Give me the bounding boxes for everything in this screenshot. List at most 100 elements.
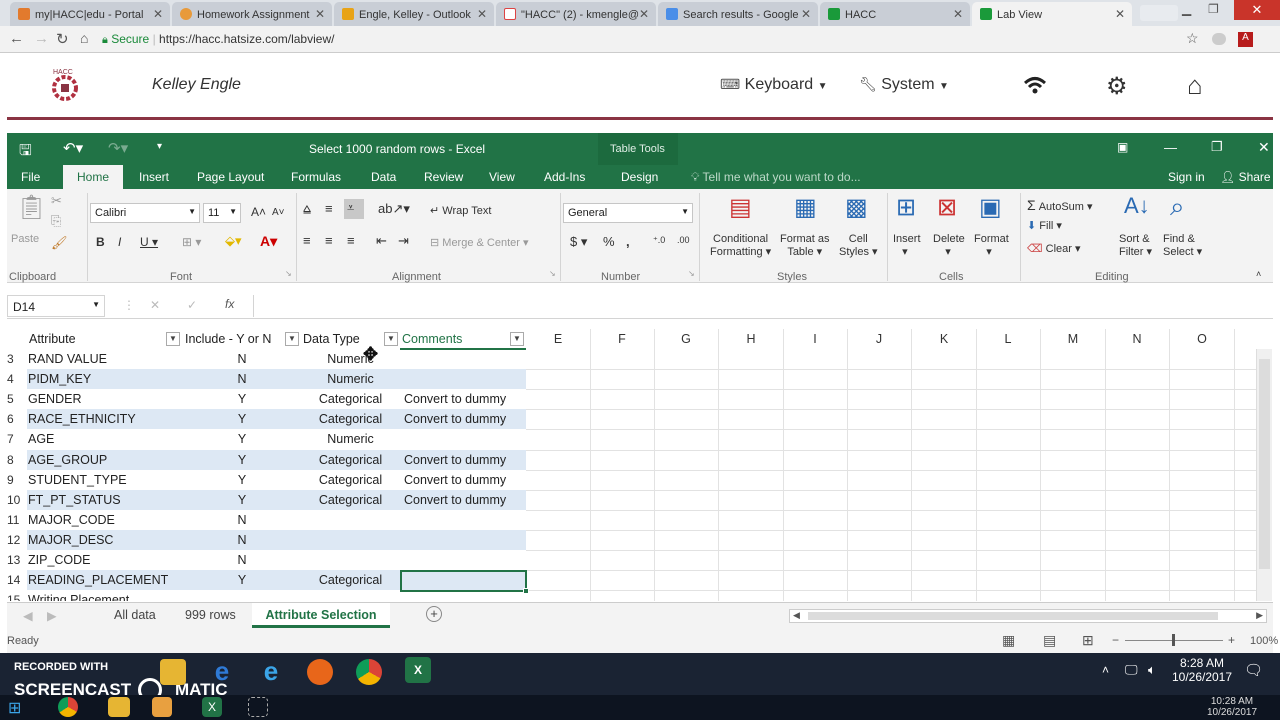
close-tab-icon[interactable]: ✕ — [153, 7, 163, 21]
decrease-indent-icon[interactable]: ⇤ — [376, 233, 387, 249]
close-tab-icon[interactable]: ✕ — [953, 7, 963, 21]
zoom-out-icon[interactable]: − — [1112, 633, 1119, 647]
column-header-k[interactable]: K — [912, 329, 976, 349]
cell-attribute[interactable]: FT_PT_STATUS — [28, 490, 182, 510]
cell-data-type[interactable] — [301, 550, 400, 570]
cell-attribute[interactable]: STUDENT_TYPE — [28, 470, 182, 490]
tab-data[interactable]: Data — [371, 170, 396, 184]
row-number[interactable]: 4 — [7, 369, 27, 389]
cell-comment[interactable] — [404, 530, 528, 550]
cell-data-type[interactable]: Numeric — [301, 429, 400, 449]
tab-design[interactable]: Design — [621, 170, 658, 184]
cell-attribute[interactable]: AGE_GROUP — [28, 450, 182, 470]
sheet-tab-999-rows[interactable]: 999 rows — [185, 608, 236, 622]
formula-input[interactable] — [253, 295, 1271, 317]
cell-include[interactable]: N — [183, 369, 301, 389]
row-number[interactable]: 13 — [7, 550, 27, 570]
horizontal-scrollbar[interactable]: ◀ ▶ — [789, 609, 1267, 623]
cell-attribute[interactable]: GENDER — [28, 389, 182, 409]
zoom-level[interactable]: 100% — [1250, 635, 1278, 647]
cell-attribute[interactable]: RAND VALUE — [28, 349, 182, 369]
column-header-l[interactable]: L — [976, 329, 1040, 349]
close-icon[interactable]: ✕ — [1258, 139, 1270, 156]
cell-include[interactable]: Y — [183, 409, 301, 429]
browser-tab-lab-view[interactable]: Lab View ✕ — [972, 2, 1132, 26]
bold-button[interactable]: B — [96, 235, 105, 249]
tab-home[interactable]: Home — [63, 165, 124, 189]
cell-data-type[interactable]: Categorical — [301, 389, 400, 409]
increase-font-icon[interactable]: A˄ — [251, 205, 266, 219]
cell-include[interactable]: Y — [183, 570, 301, 590]
row-number[interactable]: 9 — [7, 470, 27, 490]
cell-comment[interactable]: Convert to dummy — [404, 470, 528, 490]
sheet-tab-all-data[interactable]: All data — [114, 608, 156, 622]
worksheet-grid[interactable]: E F G H I J K L M N O Attribute ▼ Include - Y or N ▼ Da… — [7, 329, 1273, 601]
undo-icon[interactable]: ↶▾ — [63, 139, 83, 157]
row-number[interactable]: 8 — [7, 450, 27, 470]
browser-tab-homework[interactable]: Homework Assignment ✕ — [172, 2, 332, 26]
paste-button[interactable]: Paste — [11, 233, 39, 245]
fill-color-icon[interactable]: ⬙▾ — [225, 233, 242, 249]
next-sheet-icon[interactable]: ▶ — [47, 608, 57, 623]
borders-icon[interactable]: ⊞ ▾ — [182, 235, 201, 249]
cell-attribute[interactable]: Writing Placement — [28, 590, 182, 601]
file-explorer-icon[interactable] — [160, 659, 186, 685]
increase-decimal-icon[interactable]: ⁺.0 — [653, 235, 665, 246]
comma-style-icon[interactable]: , — [626, 234, 630, 249]
prev-sheet-icon[interactable]: ◀ — [23, 608, 33, 623]
cell-data-type[interactable]: Numeric — [301, 369, 400, 389]
app-icon[interactable] — [152, 697, 172, 717]
scroll-thumb[interactable] — [808, 612, 1218, 620]
table-header-attribute[interactable]: Attribute — [29, 329, 166, 349]
column-header-m[interactable]: M — [1041, 329, 1105, 349]
cell-data-type[interactable]: Categorical — [301, 570, 400, 590]
selected-cell[interactable] — [400, 570, 527, 592]
windows-start-icon[interactable]: ⊞ — [8, 698, 21, 718]
cell-attribute[interactable]: READING_PLACEMENT — [28, 570, 182, 590]
cell-include[interactable]: N — [183, 550, 301, 570]
browser-tab-google-search[interactable]: Search results - Google ✕ — [658, 2, 818, 26]
column-header-o[interactable]: O — [1170, 329, 1234, 349]
home-icon[interactable]: ⌂ — [1187, 70, 1203, 101]
minimize-window-icon[interactable]: ▁ — [1182, 2, 1191, 16]
cell-data-type[interactable]: Categorical — [301, 490, 400, 510]
cell-include[interactable]: Y — [183, 450, 301, 470]
filter-dropdown-icon[interactable]: ▼ — [510, 332, 524, 346]
cell-data-type[interactable] — [301, 510, 400, 530]
cell-attribute[interactable]: PIDM_KEY — [28, 369, 182, 389]
cell-styles-button[interactable]: Cell Styles ▾ — [839, 233, 878, 258]
cell-comment[interactable] — [404, 510, 528, 530]
tab-file[interactable]: File — [21, 170, 40, 184]
italic-button[interactable]: I — [118, 235, 121, 249]
close-tab-icon[interactable]: ✕ — [801, 7, 811, 21]
share-button[interactable]: 👤︎ Share — [1220, 170, 1271, 184]
tab-view[interactable]: View — [489, 170, 515, 184]
row-number[interactable]: 15 — [7, 590, 27, 601]
cell-include[interactable]: N — [183, 349, 301, 369]
close-tab-icon[interactable]: ✕ — [639, 7, 649, 21]
new-sheet-icon[interactable]: + — [426, 606, 442, 622]
cell-data-type[interactable]: Categorical — [301, 470, 400, 490]
name-box[interactable]: D14 ▼ — [7, 295, 105, 317]
cell-include[interactable]: Y — [183, 470, 301, 490]
row-number[interactable]: 12 — [7, 530, 27, 550]
gear-icon[interactable]: ⚙ — [1106, 72, 1128, 101]
vertical-scrollbar[interactable] — [1256, 349, 1272, 601]
table-header-comments[interactable]: Comments — [402, 329, 510, 349]
excel-taskbar-icon[interactable]: X — [202, 697, 222, 717]
internet-explorer-icon[interactable]: e — [258, 658, 284, 685]
row-number[interactable]: 11 — [7, 510, 27, 530]
column-header-h[interactable]: H — [719, 329, 783, 349]
sheet-tab-attribute-selection[interactable]: Attribute Selection — [252, 603, 390, 628]
system-menu[interactable]: 🔧︎ System ▼ — [859, 76, 949, 94]
cell-data-type[interactable] — [301, 530, 400, 550]
align-top-icon[interactable]: ⩠ — [303, 201, 311, 217]
fill-button[interactable]: ⬇ Fill ▾ — [1027, 219, 1062, 232]
collapse-ribbon-icon[interactable]: ˄ — [1256, 269, 1261, 279]
cell-comment[interactable] — [404, 429, 528, 449]
column-header-i[interactable]: I — [783, 329, 847, 349]
edge-icon[interactable]: e — [209, 658, 235, 685]
format-painter-icon[interactable]: 🖌︎ — [51, 235, 68, 251]
page-break-view-icon[interactable]: ⊞ — [1082, 632, 1094, 649]
cell-include[interactable] — [183, 590, 301, 601]
